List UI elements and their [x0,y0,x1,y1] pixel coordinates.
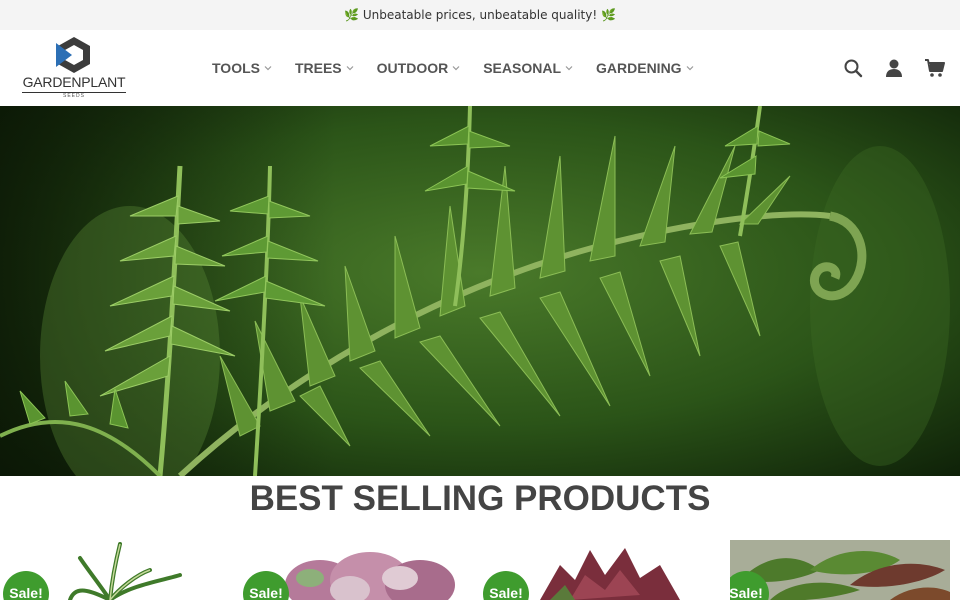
hero-image [0,106,960,476]
search-button[interactable] [842,57,864,79]
chevron-down-icon [264,66,272,71]
account-button[interactable] [883,57,905,79]
nav-label: TOOLS [212,60,260,76]
search-icon [844,59,863,78]
sale-badge-label: Sale! [489,585,523,600]
section-title: BEST SELLING PRODUCTS [249,479,711,518]
nav-item-trees[interactable]: TREES [295,60,355,76]
logo-name: GARDENPLANT [22,74,126,90]
product-card[interactable]: Sale! [480,540,700,600]
product-card[interactable]: Sale! [240,540,460,600]
announcement-bar: 🌿 Unbeatable prices, unbeatable quality!… [0,0,960,30]
chevron-down-icon [452,66,460,71]
chevron-down-icon [686,66,694,71]
cart-button[interactable] [924,57,946,79]
nav-label: TREES [294,60,342,76]
site-logo[interactable]: GARDENPLANT SEEDS [20,36,130,100]
product-card[interactable]: Sale! [730,540,950,600]
main-nav: TOOLS TREES OUTDOOR SEASONAL GARDENING [212,30,717,106]
user-icon [886,59,902,77]
nav-label: OUTDOOR [376,60,449,76]
header-actions [823,30,946,106]
nav-item-seasonal[interactable]: SEASONAL [483,60,574,76]
nav-item-outdoor[interactable]: OUTDOOR [377,60,462,76]
site-header: GARDENPLANT SEEDS TOOLS TREES OUTDOOR SE… [0,30,960,106]
hero-banner [0,106,960,476]
sale-badge-label: Sale! [9,585,43,600]
chevron-down-icon [346,66,354,71]
logo-tagline: SEEDS [63,93,85,99]
nav-item-gardening[interactable]: GARDENING [596,60,695,76]
cart-icon [925,59,945,77]
nav-label: GARDENING [596,60,682,76]
nav-item-tools[interactable]: TOOLS [212,60,273,76]
nav-label: SEASONAL [483,60,562,76]
logo-mark-icon [56,37,90,73]
sale-badge-label: Sale! [730,585,763,600]
sale-badge-label: Sale! [249,585,283,600]
product-card[interactable]: Sale! [0,540,220,600]
chevron-down-icon [565,66,573,71]
product-grid: Sale! Sale! Sale! Sale! [0,540,960,600]
announcement-text: 🌿 Unbeatable prices, unbeatable quality!… [344,8,616,22]
